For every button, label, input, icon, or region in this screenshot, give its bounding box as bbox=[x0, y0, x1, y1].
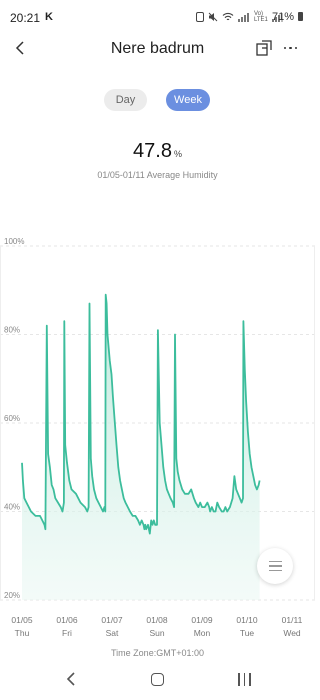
x-tick-day: Wed bbox=[283, 628, 301, 638]
recents-icon bbox=[238, 673, 240, 686]
status-time: 20:21 bbox=[10, 11, 41, 25]
x-tick-day: Fri bbox=[62, 628, 72, 638]
battery-status: 71% bbox=[272, 11, 304, 23]
more-dots-icon bbox=[284, 46, 287, 50]
x-tick-date: 01/10 bbox=[236, 615, 258, 625]
carrier-letter: K bbox=[45, 11, 53, 23]
export-icon bbox=[256, 40, 272, 56]
nav-back-button[interactable] bbox=[64, 671, 78, 687]
nav-back-icon bbox=[66, 672, 75, 686]
x-tick-day: Sat bbox=[106, 628, 119, 638]
x-tick-date: 01/06 bbox=[56, 615, 78, 625]
y-tick-label: 80% bbox=[4, 326, 20, 335]
list-button[interactable] bbox=[257, 548, 293, 584]
status-icons: Vo) LTE1 bbox=[196, 10, 284, 24]
export-button[interactable] bbox=[255, 39, 273, 57]
signal-icon bbox=[238, 12, 250, 22]
timezone-label: Time Zone:GMT+01:00 bbox=[111, 648, 204, 658]
wifi-icon bbox=[222, 12, 234, 21]
tab-week[interactable]: Week bbox=[166, 89, 210, 111]
y-axis-ticks: 100% 80% 60% 40% 20% bbox=[4, 237, 24, 600]
average-value: 47.8% bbox=[0, 140, 315, 163]
humidity-line bbox=[21, 293, 261, 535]
x-tick-day: Mon bbox=[194, 628, 211, 638]
humidity-chart[interactable]: 100% 80% 60% 40% 20% 01/05 Thu 01/06 Fri 01/07 Sa… bbox=[0, 232, 315, 652]
y-tick-label: 20% bbox=[4, 591, 20, 600]
battery-percent: 71% bbox=[272, 11, 295, 23]
more-button[interactable] bbox=[284, 44, 302, 52]
x-tick-day: Tue bbox=[240, 628, 255, 638]
average-value-unit: % bbox=[173, 149, 182, 159]
y-tick-label: 40% bbox=[4, 503, 20, 512]
average-caption: 01/05-01/11 Average Humidity bbox=[97, 170, 218, 180]
humidity-area bbox=[22, 294, 260, 600]
average-value-number: 47.8 bbox=[133, 140, 172, 162]
mute-icon bbox=[208, 12, 218, 22]
nav-home-button[interactable] bbox=[151, 673, 164, 686]
x-tick-date: 01/11 bbox=[282, 615, 303, 625]
x-tick-date: 01/05 bbox=[11, 615, 33, 625]
tab-day[interactable]: Day bbox=[104, 89, 147, 111]
x-tick-date: 01/09 bbox=[191, 615, 213, 625]
lock-icon bbox=[196, 12, 204, 22]
list-icon bbox=[268, 561, 282, 563]
y-tick-label: 100% bbox=[4, 237, 24, 246]
x-tick-date: 01/07 bbox=[101, 615, 123, 625]
x-tick-date: 01/08 bbox=[146, 615, 168, 625]
nav-recents-button[interactable] bbox=[238, 673, 254, 686]
x-tick-day: Sun bbox=[149, 628, 164, 638]
battery-icon bbox=[298, 12, 304, 21]
lte-label: Vo) LTE1 bbox=[254, 11, 268, 23]
x-tick-day: Thu bbox=[15, 628, 30, 638]
y-tick-label: 60% bbox=[4, 414, 20, 423]
x-axis-ticks: 01/05 Thu 01/06 Fri 01/07 Sat 01/08 Sun 01/09 Mon… bbox=[11, 615, 302, 638]
